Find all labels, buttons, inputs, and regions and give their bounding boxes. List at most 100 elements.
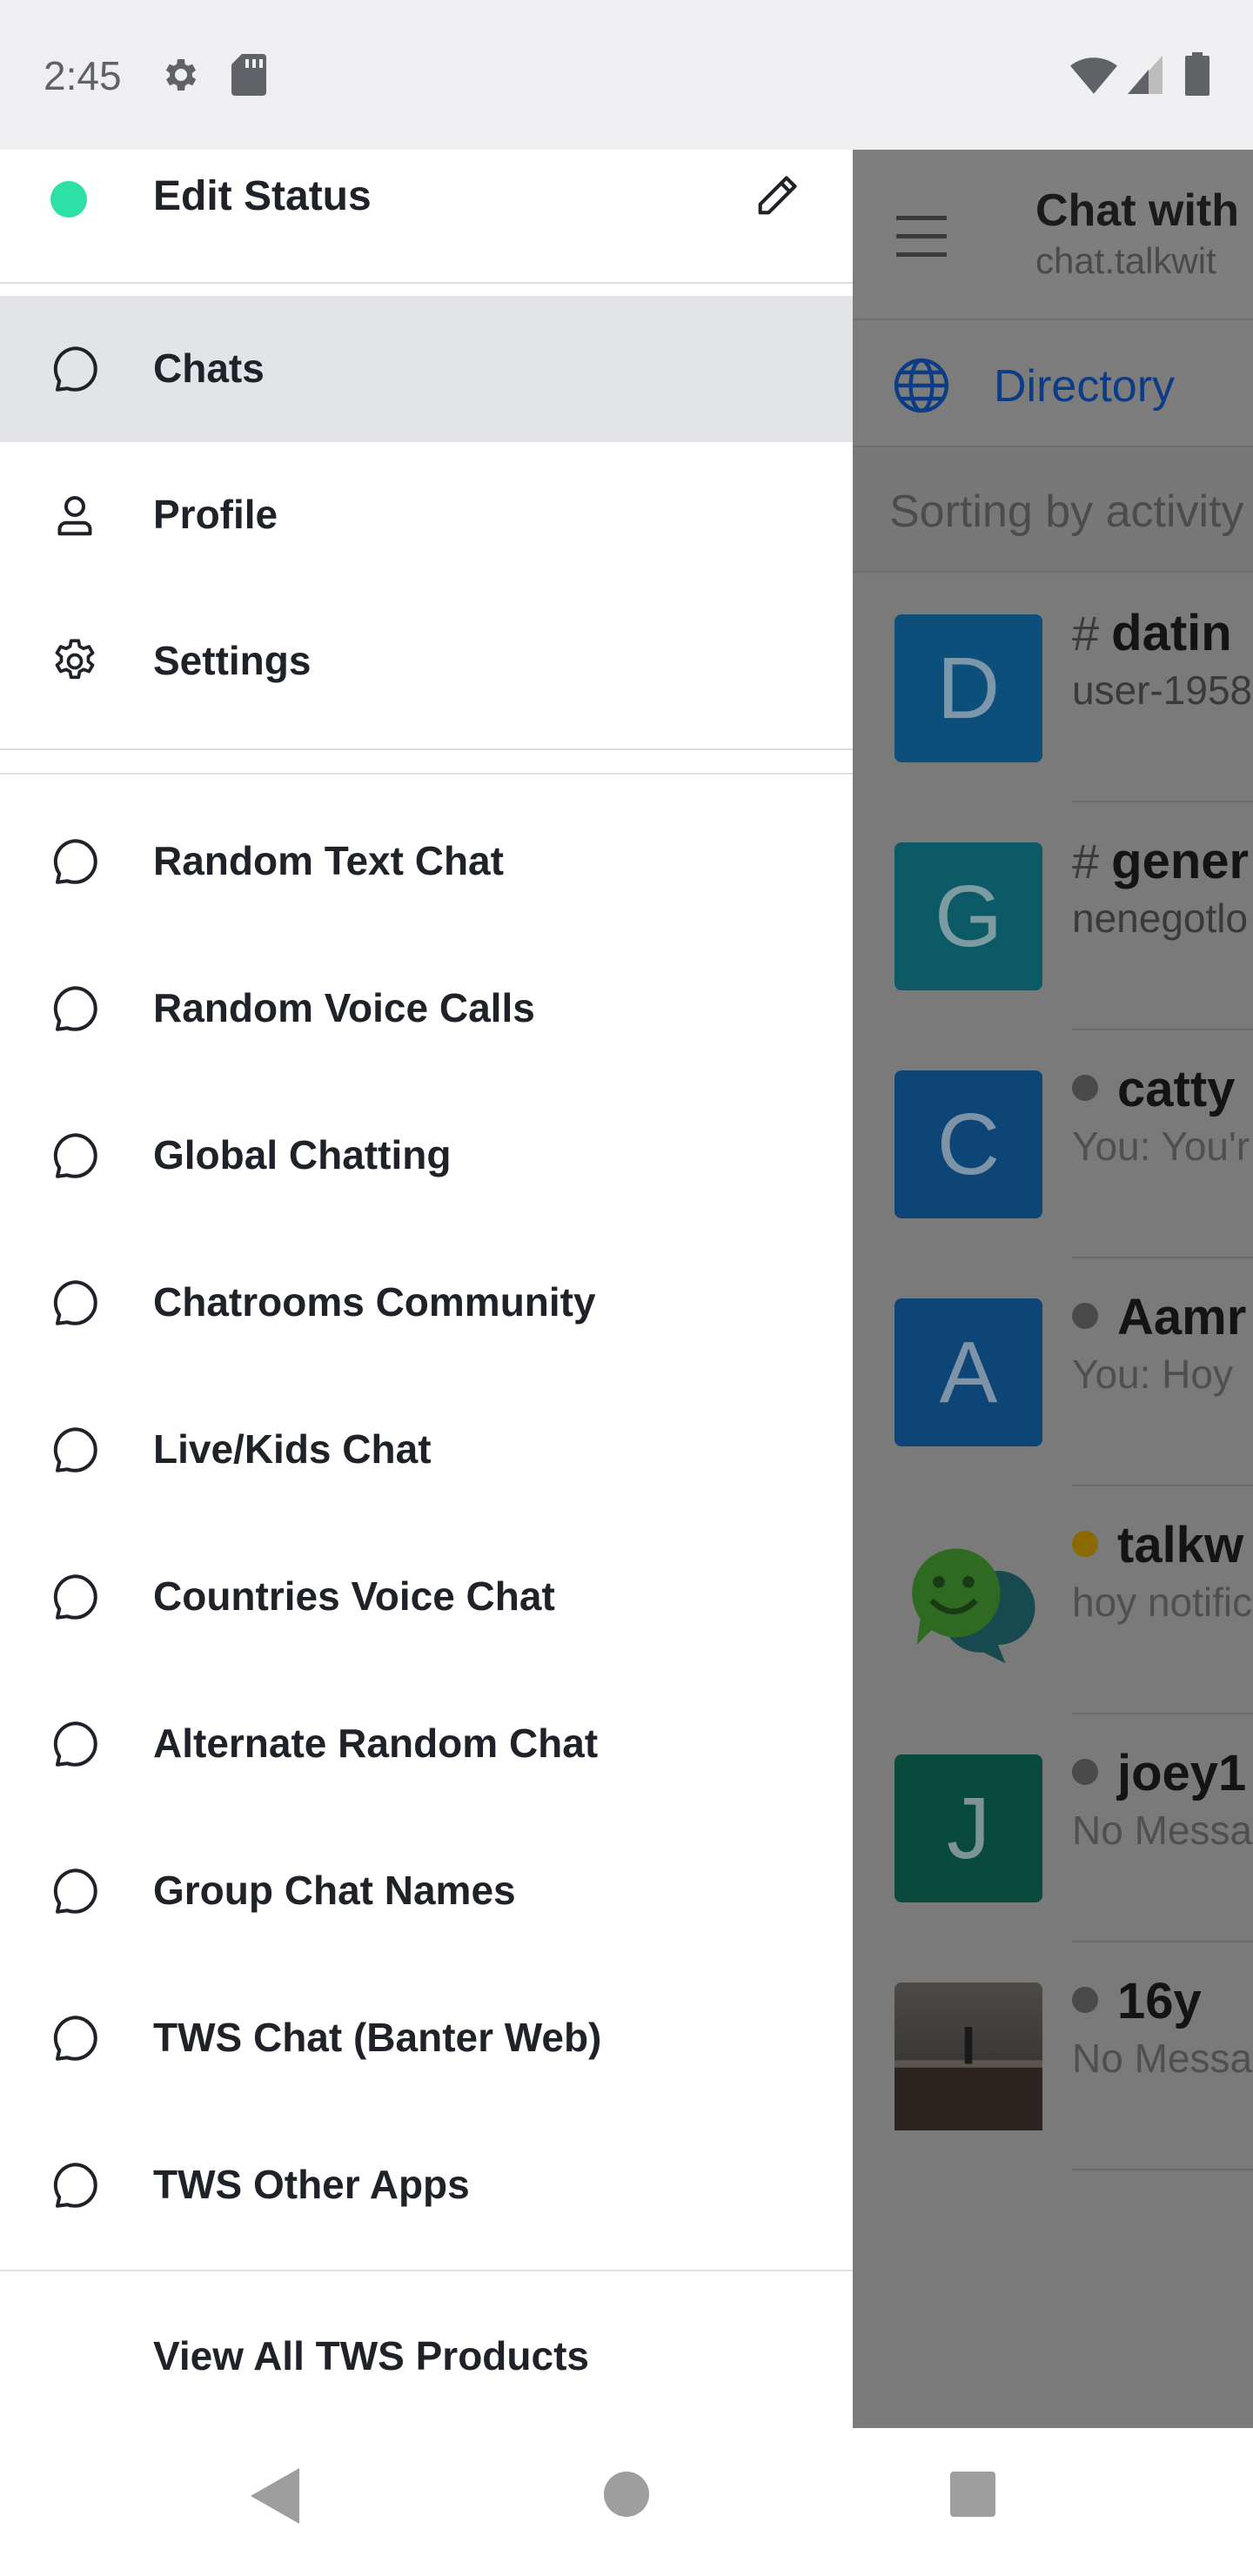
- status-time: 2:45: [44, 53, 122, 98]
- channel-hash-icon: #: [1072, 834, 1100, 889]
- sort-label: Sorting by activity: [889, 486, 1244, 537]
- divider: [0, 748, 853, 750]
- drawer-link-tws-chat-banter-web[interactable]: TWS Chat (Banter Web): [0, 1965, 853, 2111]
- room-row[interactable]: G # gener nenegotlo: [853, 802, 1253, 1030]
- home-icon[interactable]: [604, 2472, 649, 2517]
- gear-icon: [55, 639, 95, 680]
- drawer-link-alternate-random-chat[interactable]: Alternate Random Chat: [0, 1671, 853, 1817]
- avatar: J: [895, 1754, 1042, 1902]
- channel-hash-icon: #: [1072, 606, 1100, 661]
- chat-bubble-icon: [53, 346, 97, 392]
- sort-row: Sorting by activity: [853, 447, 1253, 573]
- avatar: C: [895, 1070, 1042, 1218]
- drawer-item-label: Profile: [153, 492, 278, 537]
- chat-bubble-icon: [53, 839, 97, 884]
- dm-preview: No Messa: [1072, 2036, 1253, 2081]
- drawer-link-random-text-chat[interactable]: Random Text Chat: [0, 788, 853, 935]
- recent-apps-icon[interactable]: [950, 2472, 995, 2517]
- drawer-link-tws-other-apps[interactable]: TWS Other Apps: [0, 2112, 853, 2258]
- dm-preview: You: You'r: [1072, 1124, 1250, 1169]
- room-preview: user-1958: [1072, 667, 1253, 713]
- drawer-link-label: TWS Other Apps: [153, 2162, 470, 2207]
- room-name: # datin: [1072, 605, 1232, 661]
- status-dot: [1072, 1303, 1098, 1329]
- drawer-link-label: Random Voice Calls: [153, 985, 535, 1030]
- view-all-products-label: View All TWS Products: [153, 2333, 589, 2378]
- status-dot: [1072, 1987, 1098, 2013]
- online-status-dot: [50, 181, 87, 218]
- avatar: A: [895, 1298, 1042, 1446]
- drawer-link-group-chat-names[interactable]: Group Chat Names: [0, 1818, 853, 1964]
- divider: [0, 282, 853, 284]
- chat-bubble-icon: [53, 1721, 97, 1767]
- system-navigation-bar: [0, 2428, 1253, 2576]
- room-preview: nenegotlo: [1072, 896, 1249, 941]
- view-all-products-link[interactable]: View All TWS Products: [0, 2284, 853, 2430]
- status-bar: 2:45: [0, 0, 1253, 150]
- dm-preview: No Messa: [1072, 1808, 1253, 1853]
- drawer-link-label: TWS Chat (Banter Web): [153, 2015, 602, 2060]
- dm-preview: You: Hoy: [1072, 1352, 1233, 1397]
- drawer-link-label: Random Text Chat: [153, 838, 504, 883]
- drawer-link-chatrooms-community[interactable]: Chatrooms Community: [0, 1230, 853, 1376]
- background-header: Chat with chat.talkwit: [853, 150, 1253, 320]
- dm-row[interactable]: A Aamr You: Hoy: [853, 1258, 1253, 1486]
- divider: [0, 2270, 853, 2271]
- room-row[interactable]: D # datin user-1958: [853, 574, 1253, 802]
- background-chat-screen[interactable]: Chat with chat.talkwit Directory Sorting…: [853, 150, 1253, 2428]
- background-title: Chat with: [1035, 185, 1239, 236]
- chat-bubble-icon: [53, 1868, 97, 1914]
- chat-bubble-icon: [53, 1133, 97, 1178]
- pencil-icon[interactable]: [752, 171, 802, 221]
- dm-name: Aamr: [1072, 1288, 1246, 1346]
- drawer-link-label: Live/Kids Chat: [153, 1426, 432, 1472]
- dm-preview: hoy notific: [1072, 1580, 1253, 1625]
- drawer-link-live-kids-chat[interactable]: Live/Kids Chat: [0, 1377, 853, 1523]
- drawer-link-label: Countries Voice Chat: [153, 1573, 555, 1619]
- drawer-link-global-chatting[interactable]: Global Chatting: [0, 1083, 853, 1229]
- hamburger-menu-icon[interactable]: [896, 216, 947, 258]
- dm-row[interactable]: J joey1 No Messa: [853, 1714, 1253, 1942]
- chat-bubble-icon: [53, 1574, 97, 1620]
- battery-icon: [1185, 52, 1209, 96]
- status-dot: [1072, 1531, 1098, 1557]
- gear-icon: [165, 59, 197, 91]
- room-name: # gener: [1072, 833, 1250, 889]
- photo-avatar: [895, 1982, 1042, 2130]
- chat-bubble-icon: [53, 1427, 97, 1472]
- drawer-link-label: Alternate Random Chat: [153, 1721, 599, 1766]
- avatar: G: [895, 842, 1042, 990]
- directory-row[interactable]: Directory: [853, 320, 1253, 447]
- globe-icon: [894, 358, 949, 413]
- back-icon[interactable]: [251, 2468, 299, 2524]
- avatar: D: [895, 614, 1042, 762]
- drawer-item-label: Chats: [153, 345, 265, 391]
- drawer-link-label: Group Chat Names: [153, 1868, 516, 1913]
- chat-bubble-icon: [53, 986, 97, 1031]
- dm-row[interactable]: C catty You: You'r: [853, 1030, 1253, 1258]
- drawer-item-profile[interactable]: Profile: [0, 442, 853, 588]
- navigation-drawer: Edit Status Chats Profile Settings Rando…: [0, 150, 853, 2428]
- dm-row[interactable]: talkw hoy notific: [853, 1486, 1253, 1714]
- directory-label: Directory: [994, 361, 1176, 412]
- smiley-chat-logo-icon: [895, 1526, 1042, 1674]
- status-dot: [1072, 1759, 1098, 1785]
- drawer-link-label: Global Chatting: [153, 1132, 452, 1177]
- chat-bubble-icon: [53, 2016, 97, 2061]
- dm-name: joey1: [1072, 1744, 1246, 1802]
- drawer-item-chats[interactable]: Chats: [0, 296, 853, 442]
- status-dot: [1072, 1075, 1098, 1101]
- wifi-icon: [1070, 57, 1117, 94]
- drawer-link-countries-voice-chat[interactable]: Countries Voice Chat: [0, 1524, 853, 1670]
- divider: [0, 773, 853, 775]
- drawer-item-label: Settings: [153, 638, 312, 683]
- dm-row[interactable]: 16y No Messa: [853, 1942, 1253, 2170]
- dm-name: 16y: [1072, 1972, 1202, 2030]
- drawer-item-settings[interactable]: Settings: [0, 588, 853, 735]
- chat-bubble-icon: [53, 1280, 97, 1325]
- chat-bubble-icon: [53, 2163, 97, 2208]
- drawer-link-random-voice-calls[interactable]: Random Voice Calls: [0, 936, 853, 1082]
- edit-status-row[interactable]: Edit Status: [0, 150, 853, 282]
- background-subtitle: chat.talkwit: [1035, 240, 1216, 281]
- drawer-link-label: Chatrooms Community: [153, 1279, 596, 1325]
